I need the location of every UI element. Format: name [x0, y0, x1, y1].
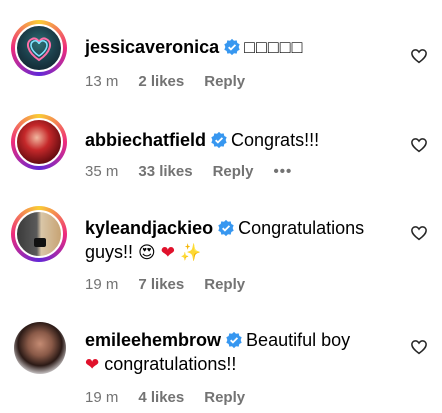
avatar[interactable] — [14, 322, 66, 374]
avatar-photo — [14, 322, 66, 374]
comment-username[interactable]: kyleandjackieo — [85, 218, 213, 238]
comment-username[interactable]: abbiechatfield — [85, 130, 206, 150]
comment-meta: 13 m 2 likes Reply — [85, 73, 245, 90]
comment-time: 35 m — [85, 163, 119, 180]
reply-button[interactable]: Reply — [204, 73, 245, 90]
avatar-story-ring[interactable] — [11, 20, 67, 76]
comment-text-line1: Congratulations — [238, 218, 365, 238]
comment-text-line2: congratulations!! — [104, 354, 237, 374]
comment-item: abbiechatfield Congrats!!! 35 m 33 likes … — [0, 100, 442, 200]
comment-likes[interactable]: 4 likes — [138, 389, 184, 406]
verified-badge-icon — [224, 38, 240, 56]
avatar-story-ring[interactable] — [11, 206, 67, 262]
comment-item: jessicaveronica □□□□□ 13 m 2 likes Reply — [0, 0, 442, 100]
avatar — [15, 118, 63, 166]
heart-outline-icon[interactable] — [410, 224, 428, 242]
comment-meta: 35 m 33 likes Reply ••• — [85, 163, 292, 180]
reply-button[interactable]: Reply — [204, 276, 245, 293]
comment-item: kyleandjackieo Congratulations guys!! 😍 ❤… — [0, 200, 442, 310]
sparkles-emoji: ✨ — [180, 243, 202, 263]
verified-badge-icon — [218, 219, 234, 237]
red-heart-emoji: ❤ — [85, 355, 100, 375]
comment-username[interactable]: jessicaveronica — [85, 37, 219, 57]
comment-time: 19 m — [85, 389, 119, 406]
comment-text: Congrats!!! — [231, 130, 320, 150]
avatar — [15, 210, 63, 258]
verified-badge-icon — [211, 131, 227, 149]
heart-eyes-emoji: 😍 — [138, 243, 156, 263]
comment-text-line2: guys!! — [85, 242, 134, 262]
comment-username[interactable]: emileehembrow — [85, 330, 221, 350]
comment-likes[interactable]: 33 likes — [138, 163, 192, 180]
red-heart-emoji: ❤ — [160, 243, 176, 263]
avatar-heart-art — [26, 37, 52, 62]
comment-text: □□□□□ — [244, 37, 304, 57]
comment-text-line1: Beautiful boy — [246, 330, 351, 350]
comment-time: 13 m — [85, 73, 119, 90]
heart-outline-icon[interactable] — [410, 136, 428, 154]
avatar-badge — [34, 238, 46, 247]
verified-badge-icon — [226, 331, 242, 349]
reply-button[interactable]: Reply — [213, 163, 254, 180]
avatar-story-ring[interactable] — [11, 114, 67, 170]
reply-button[interactable]: Reply — [204, 389, 245, 406]
heart-outline-icon[interactable] — [410, 47, 428, 65]
comment-likes[interactable]: 7 likes — [138, 276, 184, 293]
more-options-icon[interactable]: ••• — [273, 163, 292, 180]
avatar — [15, 24, 63, 72]
comment-meta: 19 m 7 likes Reply — [85, 276, 245, 293]
comment-likes[interactable]: 2 likes — [138, 73, 184, 90]
heart-outline-icon[interactable] — [410, 338, 428, 356]
comment-time: 19 m — [85, 276, 119, 293]
comment-meta: 19 m 4 likes Reply — [85, 389, 245, 406]
comment-item: emileehembrow Beautiful boy ❤ congratulat… — [0, 310, 442, 413]
